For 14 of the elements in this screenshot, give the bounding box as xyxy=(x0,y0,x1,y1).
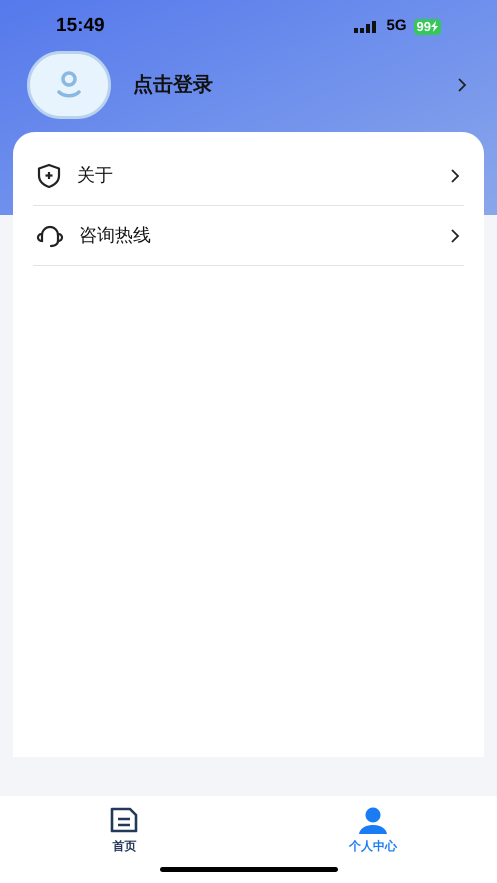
chevron-right-icon xyxy=(450,228,460,244)
chevron-right-icon xyxy=(457,77,467,93)
tab-item[interactable]: 个人中心 xyxy=(248,796,497,883)
chevron-right-icon xyxy=(450,168,460,184)
tab-item[interactable]: 首页 xyxy=(0,796,248,883)
login-link[interactable]: 点击登录 xyxy=(133,70,457,100)
menu-item[interactable]: 关于 xyxy=(33,146,464,206)
status-time: 15:49 xyxy=(56,14,105,38)
document-icon xyxy=(109,806,140,834)
network-label: 5G xyxy=(386,16,407,36)
user-face-icon xyxy=(55,70,83,100)
shield-plus-icon xyxy=(35,162,63,190)
person-icon xyxy=(358,806,388,834)
menu-item[interactable]: 咨询热线 xyxy=(33,206,464,266)
